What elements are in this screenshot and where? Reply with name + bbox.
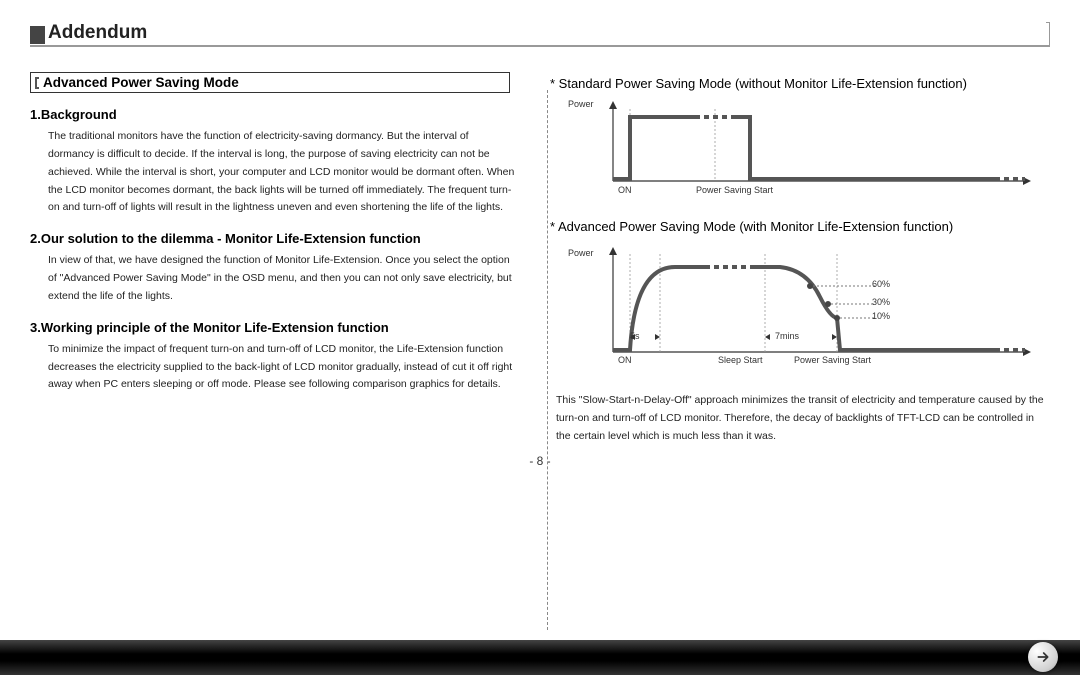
graph1-svg (570, 99, 1040, 199)
heading-background: 1.Background (30, 107, 515, 122)
page-title: Addendum (48, 22, 147, 44)
graph2-p60: 60% (872, 279, 890, 289)
page-header: Addendum (0, 0, 1080, 52)
column-divider (547, 90, 548, 630)
section-box-label: Advanced Power Saving Mode (43, 75, 239, 90)
body-columns: Advanced Power Saving Mode 1.Background … (0, 52, 1080, 446)
graph2-p30: 30% (872, 297, 890, 307)
next-page-button[interactable] (1028, 642, 1058, 672)
left-column: Advanced Power Saving Mode 1.Background … (30, 62, 540, 446)
para-background: The traditional monitors have the functi… (30, 128, 515, 217)
graph2-pss: Power Saving Start (794, 355, 871, 365)
graph2-svg (570, 242, 1040, 372)
right-footnote: This "Slow-Start-n-Delay-Off" approach m… (550, 392, 1050, 446)
footer-bar (0, 640, 1080, 675)
graph1-on: ON (618, 185, 632, 195)
section-box: Advanced Power Saving Mode (30, 72, 510, 93)
graph2-5s: 5s (630, 331, 640, 341)
graph2-7mins: 7mins (775, 331, 799, 341)
graph2-ylabel: Power (568, 248, 594, 258)
title-rule (30, 45, 1050, 47)
graph2-p10: 10% (872, 311, 890, 321)
title-rule-cap (1046, 22, 1050, 47)
title-block-icon (30, 26, 45, 44)
page-number: - 8 - (0, 454, 1080, 468)
right-title-standard: * Standard Power Saving Mode (without Mo… (550, 76, 1050, 91)
bracket-icon (35, 77, 39, 89)
heading-solution: 2.Our solution to the dilemma - Monitor … (30, 231, 515, 246)
graph-standard: Power ON Power Saving Start (570, 99, 1040, 199)
right-column: * Standard Power Saving Mode (without Mo… (540, 62, 1050, 446)
right-title-advanced: * Advanced Power Saving Mode (with Monit… (550, 219, 1050, 234)
para-principle: To minimize the impact of frequent turn-… (30, 341, 515, 395)
para-solution: In view of that, we have designed the fu… (30, 252, 515, 306)
graph2-sleep: Sleep Start (718, 355, 763, 365)
graph1-ylabel: Power (568, 99, 594, 109)
arrow-right-icon (1035, 649, 1051, 665)
graph2-on: ON (618, 355, 632, 365)
graph1-pss: Power Saving Start (696, 185, 773, 195)
graph-advanced: Power (570, 242, 1040, 372)
heading-principle: 3.Working principle of the Monitor Life-… (30, 320, 515, 335)
